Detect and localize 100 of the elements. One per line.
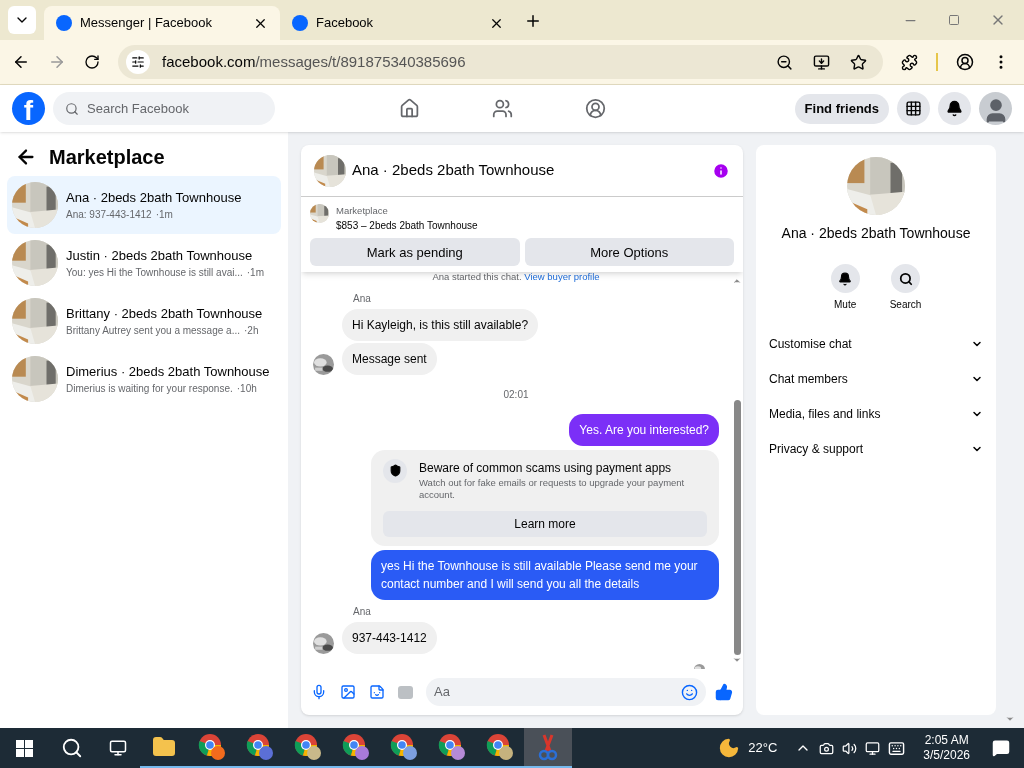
site-info-button[interactable] — [126, 50, 150, 74]
conversation-preview: Dimerius is waiting for your response. — [66, 382, 233, 397]
incoming-message: Message sent — [342, 342, 437, 375]
conversation-time: ·2h — [244, 324, 259, 339]
find-friends-button[interactable]: Find friends — [794, 93, 889, 124]
browser-icon — [342, 733, 370, 761]
bookmark-icon[interactable] — [850, 53, 867, 71]
conversation-item[interactable]: Dimerius · 2beds 2bath Townhouse Dimerius is waiting for your response. ·10h — [7, 350, 281, 408]
scrollbar-thumb[interactable] — [733, 400, 741, 655]
action-label: Mute — [834, 298, 857, 312]
notifications-button[interactable] — [938, 92, 971, 125]
photo-icon[interactable] — [340, 684, 356, 700]
listing-source: Marketplace — [336, 204, 389, 218]
browser-icon — [294, 733, 322, 761]
browser-icon — [486, 733, 514, 761]
new-tab-icon[interactable] — [524, 12, 542, 30]
menu-button[interactable] — [897, 92, 930, 125]
install-icon[interactable] — [813, 53, 830, 71]
conversation-preview: Brittany Autrey sent you a message a... — [66, 324, 240, 339]
info-section[interactable]: Customise chat — [769, 326, 983, 361]
like-icon[interactable] — [715, 683, 733, 701]
address-bar[interactable]: facebook.com/messages/t/891875340385696 — [118, 45, 883, 79]
message-field[interactable]: Aa — [426, 678, 706, 706]
bell-icon — [838, 271, 853, 286]
reload-icon[interactable] — [84, 54, 100, 70]
listing-action-button[interactable]: More Options — [524, 238, 734, 267]
extensions-icon[interactable] — [901, 53, 918, 71]
search-button[interactable] — [891, 264, 920, 293]
maximize-icon[interactable] — [948, 14, 960, 26]
groups-icon[interactable] — [585, 98, 606, 119]
chat-intro-text: Ana started this chat. — [432, 272, 523, 283]
tab-title: Messenger | Facebook — [80, 14, 213, 33]
learn-more-button[interactable]: Learn more — [383, 510, 707, 537]
conversation-item[interactable]: Justin · 2beds 2bath Townhouse You: yes Hi the Townhouse is still avai... ·1m — [7, 234, 281, 292]
incoming-message: 937-443-1412 — [342, 621, 437, 654]
sender-name: Ana — [353, 291, 372, 306]
conversation-preview: Ana: 937-443-1412 — [66, 208, 152, 223]
info-section[interactable]: Chat members — [769, 361, 983, 396]
weather-text[interactable]: 22°C — [748, 738, 778, 758]
info-section[interactable]: Media, files and links — [769, 396, 983, 431]
profile-icon[interactable] — [956, 53, 974, 71]
incoming-message: Hi Kayleigh, is this still available? — [342, 308, 539, 341]
windows-icon — [15, 739, 33, 757]
warning-body: Watch out for fake emails or requests to upgrade your payment account. — [419, 476, 686, 501]
shield-icon — [383, 458, 407, 483]
scroll-down-icon[interactable] — [1005, 714, 1015, 724]
sticker-icon[interactable] — [369, 684, 385, 700]
browser-icon — [438, 733, 466, 761]
network-icon[interactable] — [865, 740, 881, 756]
conversation-item[interactable]: Ana · 2beds 2bath Townhouse Ana: 937-443-1412 ·1m — [7, 176, 281, 234]
browser-icon — [246, 733, 274, 761]
conversation-time: ·1m — [246, 266, 264, 281]
notifications-icon[interactable] — [992, 739, 1010, 757]
chat-title: Ana · 2beds 2bath Townhouse — [352, 160, 556, 181]
browser-tab[interactable]: Facebook — [280, 6, 516, 40]
info-section[interactable]: Privacy & support — [769, 431, 983, 466]
tab-search-button[interactable] — [8, 6, 36, 34]
search-field[interactable]: Search Facebook — [53, 92, 275, 125]
conversation-time: ·1m — [155, 208, 173, 223]
mute-button[interactable] — [830, 264, 860, 293]
forward-icon[interactable] — [48, 53, 66, 71]
weather-icon[interactable] — [718, 737, 741, 759]
listing-action-button[interactable]: Mark as pending — [310, 238, 520, 267]
conversation-name: Justin · 2beds 2bath Townhouse — [66, 246, 254, 265]
search-icon[interactable] — [61, 737, 83, 759]
task-view-icon[interactable] — [109, 739, 127, 757]
taskbar-app[interactable] — [524, 728, 572, 768]
scissors-icon — [536, 733, 560, 761]
outgoing-message: yes Hi the Townhouse is still available Please send me your contact number and I will send you all the details — [371, 549, 719, 600]
browser-icon — [390, 733, 418, 761]
camera-icon[interactable] — [819, 740, 835, 756]
url-text: facebook.com/messages/t/891875340385696 — [162, 51, 467, 72]
scroll-down-icon[interactable] — [732, 655, 742, 665]
volume-icon[interactable] — [842, 740, 858, 756]
conversation-name: Brittany · 2beds 2bath Townhouse — [66, 304, 263, 323]
account-avatar[interactable] — [979, 92, 1012, 125]
grid-icon — [905, 100, 922, 117]
browser-tab[interactable]: Messenger | Facebook — [44, 6, 280, 40]
contact-name: Ana · 2beds 2bath Townhouse — [781, 224, 971, 243]
friends-icon[interactable] — [492, 98, 513, 119]
action-label: Search — [889, 298, 922, 312]
back-icon[interactable] — [12, 53, 30, 71]
info-icon[interactable] — [712, 161, 730, 180]
zoom-icon[interactable] — [776, 53, 793, 71]
emoji-icon[interactable] — [681, 683, 698, 701]
facebook-logo[interactable]: f — [12, 92, 45, 125]
site-settings-icon — [131, 55, 145, 69]
search-icon — [65, 101, 79, 116]
home-icon[interactable] — [399, 98, 420, 119]
sender-name: Ana — [353, 604, 372, 619]
search-placeholder: Search Facebook — [87, 99, 189, 118]
buyer-profile-link[interactable]: View buyer profile — [524, 272, 600, 283]
warning-title: Beware of common scams using payment apps — [419, 459, 673, 477]
keyboard-icon[interactable] — [888, 739, 906, 757]
conversation-item[interactable]: Brittany · 2beds 2bath Townhouse Brittany Autrey sent you a message a... ·2h — [7, 292, 281, 350]
sidebar-title: Marketplace — [49, 145, 165, 170]
folder-icon — [152, 735, 176, 759]
outgoing-message: Yes. Are you interested? — [569, 413, 719, 446]
clock[interactable]: 2:05 AM 3/5/2026 — [923, 733, 970, 763]
microphone-icon[interactable] — [311, 684, 327, 700]
